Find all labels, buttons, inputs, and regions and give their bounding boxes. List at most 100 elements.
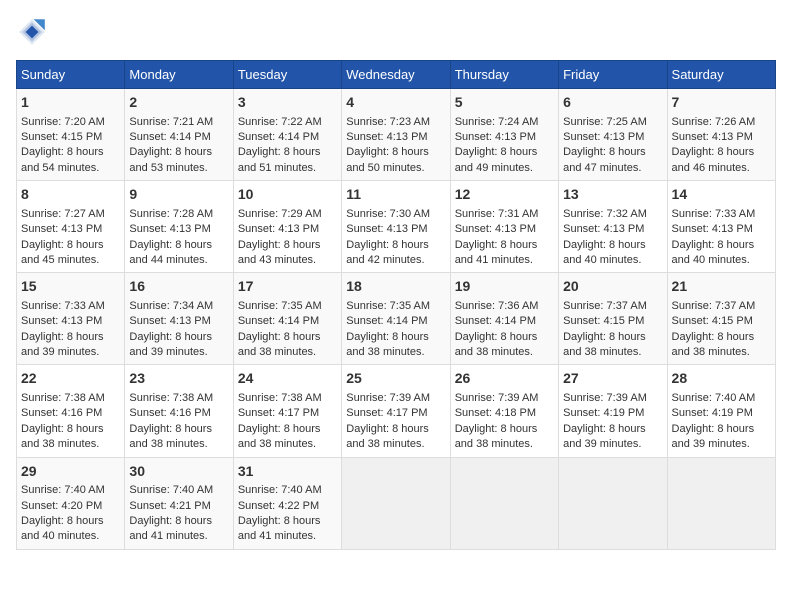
sunset-label: Sunset: 4:18 PM xyxy=(455,407,536,419)
day-number: 14 xyxy=(672,185,771,205)
weekday-header-thursday: Thursday xyxy=(450,61,558,89)
day-number: 11 xyxy=(346,185,445,205)
calendar-cell xyxy=(667,457,775,549)
daylight-label: Daylight: 8 hours and 39 minutes. xyxy=(129,331,212,358)
sunrise-label: Sunrise: 7:39 AM xyxy=(563,392,647,404)
daylight-label: Daylight: 8 hours and 41 minutes. xyxy=(455,239,538,266)
daylight-label: Daylight: 8 hours and 54 minutes. xyxy=(21,146,104,173)
daylight-label: Daylight: 8 hours and 38 minutes. xyxy=(346,423,429,450)
day-number: 13 xyxy=(563,185,662,205)
sunset-label: Sunset: 4:14 PM xyxy=(129,131,210,143)
calendar-cell: 5 Sunrise: 7:24 AM Sunset: 4:13 PM Dayli… xyxy=(450,89,558,181)
day-number: 18 xyxy=(346,277,445,297)
sunrise-label: Sunrise: 7:39 AM xyxy=(346,392,430,404)
page-header xyxy=(16,16,776,48)
sunrise-label: Sunrise: 7:40 AM xyxy=(21,484,105,496)
day-number: 22 xyxy=(21,369,120,389)
calendar-table: SundayMondayTuesdayWednesdayThursdayFrid… xyxy=(16,60,776,550)
calendar-cell: 1 Sunrise: 7:20 AM Sunset: 4:15 PM Dayli… xyxy=(17,89,125,181)
day-number: 29 xyxy=(21,462,120,482)
calendar-cell: 23 Sunrise: 7:38 AM Sunset: 4:16 PM Dayl… xyxy=(125,365,233,457)
day-number: 8 xyxy=(21,185,120,205)
sunrise-label: Sunrise: 7:38 AM xyxy=(129,392,213,404)
sunset-label: Sunset: 4:15 PM xyxy=(672,315,753,327)
week-row-4: 22 Sunrise: 7:38 AM Sunset: 4:16 PM Dayl… xyxy=(17,365,776,457)
daylight-label: Daylight: 8 hours and 49 minutes. xyxy=(455,146,538,173)
calendar-cell xyxy=(559,457,667,549)
weekday-header-wednesday: Wednesday xyxy=(342,61,450,89)
day-number: 17 xyxy=(238,277,337,297)
day-number: 5 xyxy=(455,93,554,113)
calendar-cell: 29 Sunrise: 7:40 AM Sunset: 4:20 PM Dayl… xyxy=(17,457,125,549)
sunrise-label: Sunrise: 7:26 AM xyxy=(672,116,756,128)
sunset-label: Sunset: 4:17 PM xyxy=(346,407,427,419)
sunset-label: Sunset: 4:15 PM xyxy=(563,315,644,327)
week-row-5: 29 Sunrise: 7:40 AM Sunset: 4:20 PM Dayl… xyxy=(17,457,776,549)
daylight-label: Daylight: 8 hours and 39 minutes. xyxy=(563,423,646,450)
sunrise-label: Sunrise: 7:40 AM xyxy=(129,484,213,496)
calendar-cell: 2 Sunrise: 7:21 AM Sunset: 4:14 PM Dayli… xyxy=(125,89,233,181)
calendar-cell: 12 Sunrise: 7:31 AM Sunset: 4:13 PM Dayl… xyxy=(450,181,558,273)
daylight-label: Daylight: 8 hours and 51 minutes. xyxy=(238,146,321,173)
calendar-cell: 11 Sunrise: 7:30 AM Sunset: 4:13 PM Dayl… xyxy=(342,181,450,273)
calendar-cell: 17 Sunrise: 7:35 AM Sunset: 4:14 PM Dayl… xyxy=(233,273,341,365)
daylight-label: Daylight: 8 hours and 38 minutes. xyxy=(238,331,321,358)
daylight-label: Daylight: 8 hours and 47 minutes. xyxy=(563,146,646,173)
calendar-cell xyxy=(342,457,450,549)
sunrise-label: Sunrise: 7:36 AM xyxy=(455,300,539,312)
week-row-3: 15 Sunrise: 7:33 AM Sunset: 4:13 PM Dayl… xyxy=(17,273,776,365)
sunrise-label: Sunrise: 7:28 AM xyxy=(129,208,213,220)
sunrise-label: Sunrise: 7:27 AM xyxy=(21,208,105,220)
calendar-cell: 8 Sunrise: 7:27 AM Sunset: 4:13 PM Dayli… xyxy=(17,181,125,273)
sunrise-label: Sunrise: 7:32 AM xyxy=(563,208,647,220)
calendar-cell: 9 Sunrise: 7:28 AM Sunset: 4:13 PM Dayli… xyxy=(125,181,233,273)
day-number: 3 xyxy=(238,93,337,113)
calendar-cell: 25 Sunrise: 7:39 AM Sunset: 4:17 PM Dayl… xyxy=(342,365,450,457)
sunrise-label: Sunrise: 7:33 AM xyxy=(21,300,105,312)
daylight-label: Daylight: 8 hours and 38 minutes. xyxy=(455,423,538,450)
calendar-cell: 13 Sunrise: 7:32 AM Sunset: 4:13 PM Dayl… xyxy=(559,181,667,273)
sunrise-label: Sunrise: 7:35 AM xyxy=(238,300,322,312)
sunset-label: Sunset: 4:13 PM xyxy=(129,223,210,235)
calendar-cell: 24 Sunrise: 7:38 AM Sunset: 4:17 PM Dayl… xyxy=(233,365,341,457)
day-number: 15 xyxy=(21,277,120,297)
calendar-cell: 22 Sunrise: 7:38 AM Sunset: 4:16 PM Dayl… xyxy=(17,365,125,457)
daylight-label: Daylight: 8 hours and 41 minutes. xyxy=(238,515,321,542)
day-number: 2 xyxy=(129,93,228,113)
sunset-label: Sunset: 4:13 PM xyxy=(672,223,753,235)
calendar-cell: 4 Sunrise: 7:23 AM Sunset: 4:13 PM Dayli… xyxy=(342,89,450,181)
day-number: 24 xyxy=(238,369,337,389)
daylight-label: Daylight: 8 hours and 46 minutes. xyxy=(672,146,755,173)
daylight-label: Daylight: 8 hours and 38 minutes. xyxy=(129,423,212,450)
header-row: SundayMondayTuesdayWednesdayThursdayFrid… xyxy=(17,61,776,89)
calendar-cell: 7 Sunrise: 7:26 AM Sunset: 4:13 PM Dayli… xyxy=(667,89,775,181)
day-number: 21 xyxy=(672,277,771,297)
sunset-label: Sunset: 4:13 PM xyxy=(455,131,536,143)
weekday-header-tuesday: Tuesday xyxy=(233,61,341,89)
calendar-cell: 10 Sunrise: 7:29 AM Sunset: 4:13 PM Dayl… xyxy=(233,181,341,273)
sunset-label: Sunset: 4:13 PM xyxy=(21,315,102,327)
calendar-cell: 27 Sunrise: 7:39 AM Sunset: 4:19 PM Dayl… xyxy=(559,365,667,457)
sunset-label: Sunset: 4:16 PM xyxy=(129,407,210,419)
calendar-cell: 31 Sunrise: 7:40 AM Sunset: 4:22 PM Dayl… xyxy=(233,457,341,549)
calendar-cell: 3 Sunrise: 7:22 AM Sunset: 4:14 PM Dayli… xyxy=(233,89,341,181)
logo-icon xyxy=(16,16,48,48)
sunset-label: Sunset: 4:19 PM xyxy=(672,407,753,419)
sunset-label: Sunset: 4:13 PM xyxy=(346,223,427,235)
sunrise-label: Sunrise: 7:29 AM xyxy=(238,208,322,220)
day-number: 28 xyxy=(672,369,771,389)
calendar-cell: 19 Sunrise: 7:36 AM Sunset: 4:14 PM Dayl… xyxy=(450,273,558,365)
day-number: 1 xyxy=(21,93,120,113)
sunset-label: Sunset: 4:13 PM xyxy=(238,223,319,235)
daylight-label: Daylight: 8 hours and 38 minutes. xyxy=(672,331,755,358)
daylight-label: Daylight: 8 hours and 40 minutes. xyxy=(672,239,755,266)
sunset-label: Sunset: 4:13 PM xyxy=(672,131,753,143)
day-number: 30 xyxy=(129,462,228,482)
daylight-label: Daylight: 8 hours and 41 minutes. xyxy=(129,515,212,542)
calendar-cell: 18 Sunrise: 7:35 AM Sunset: 4:14 PM Dayl… xyxy=(342,273,450,365)
day-number: 7 xyxy=(672,93,771,113)
daylight-label: Daylight: 8 hours and 39 minutes. xyxy=(21,331,104,358)
weekday-header-saturday: Saturday xyxy=(667,61,775,89)
day-number: 20 xyxy=(563,277,662,297)
day-number: 9 xyxy=(129,185,228,205)
